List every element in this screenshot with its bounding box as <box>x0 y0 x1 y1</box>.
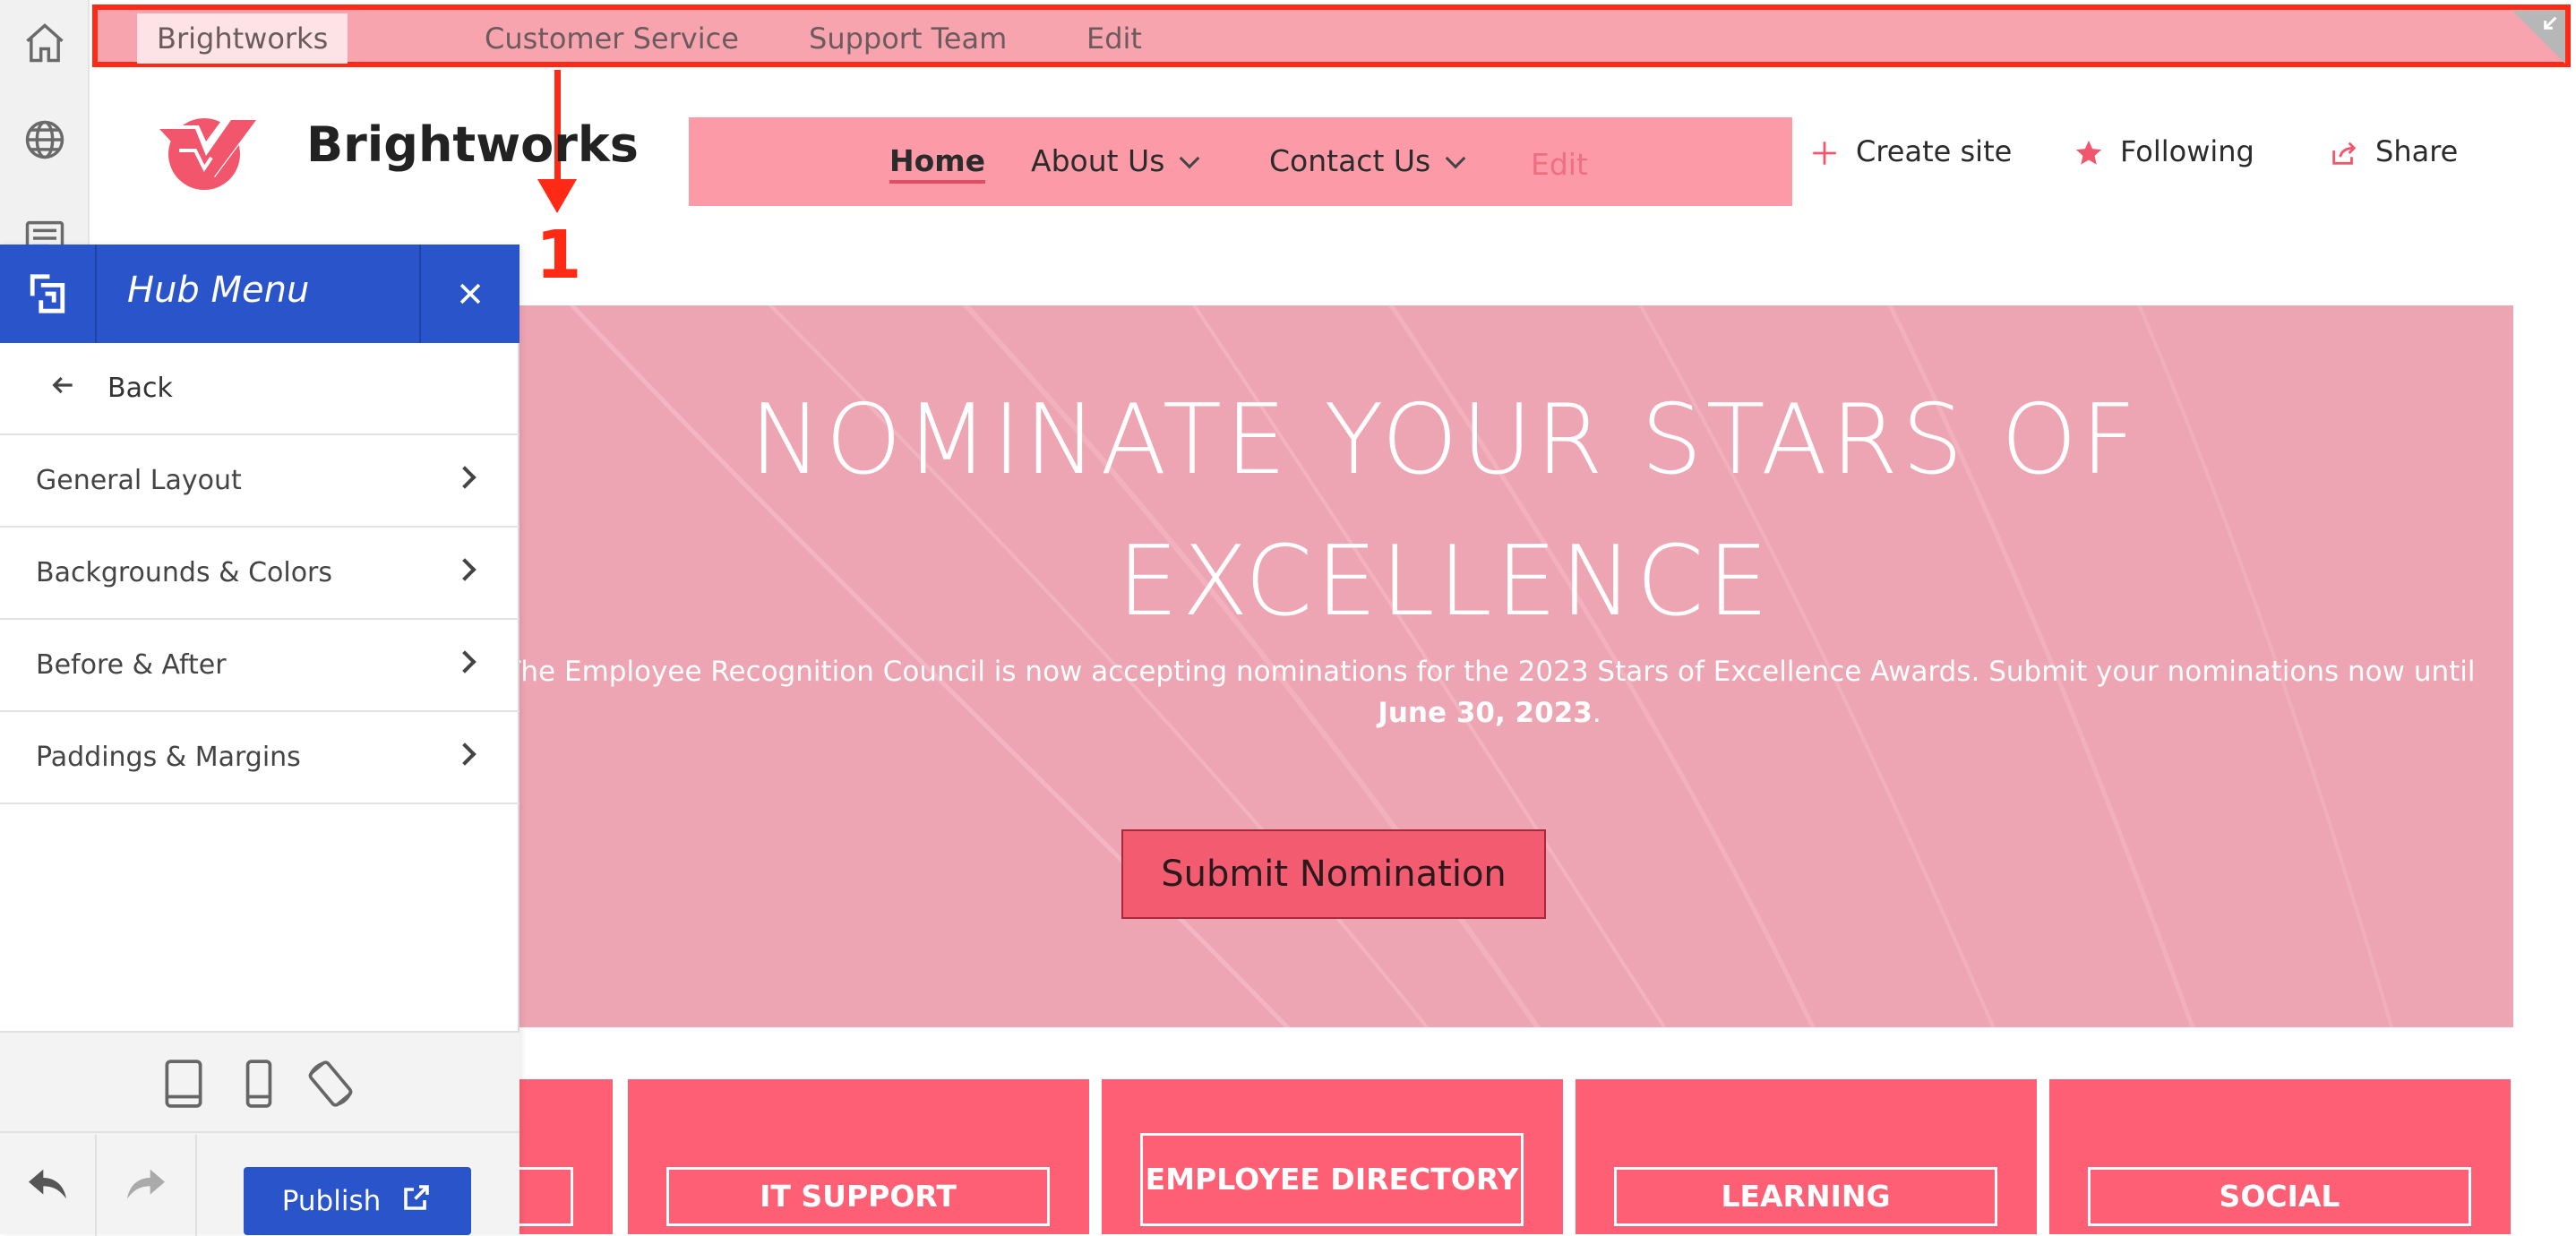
tile-learning-label: LEARNING <box>1614 1167 1997 1226</box>
hub-menu-panel: Hub Menu Back General Layout Backgrounds… <box>0 245 519 1236</box>
rotate-icon[interactable] <box>305 1058 353 1110</box>
menu-item-paddings-margins[interactable]: Paddings & Margins <box>0 712 519 804</box>
tablet-icon[interactable] <box>161 1058 206 1110</box>
publish-button[interactable]: Publish <box>244 1167 471 1235</box>
hub-menu-title: Hub Menu <box>127 270 310 311</box>
nav-about-us-label: About Us <box>1031 143 1165 178</box>
nav-home[interactable]: Home <box>889 139 986 184</box>
following-button[interactable]: Following <box>2074 129 2254 174</box>
chevron-down-icon <box>1445 148 1466 169</box>
top-nav-brightworks[interactable]: Brightworks <box>137 13 348 64</box>
site-title[interactable]: Brightworks <box>306 116 639 173</box>
brightworks-logo[interactable] <box>152 106 263 193</box>
nav-about-us[interactable]: About Us <box>1031 139 1200 184</box>
create-site-button[interactable]: Create site <box>1809 129 2012 174</box>
nav-edit[interactable]: Edit <box>1531 142 1588 187</box>
close-icon[interactable] <box>419 245 519 343</box>
hero-description-end: . <box>1592 697 1601 729</box>
nav-contact-us[interactable]: Contact Us <box>1269 139 1466 184</box>
submit-nomination-button[interactable]: Submit Nomination <box>1121 829 1546 919</box>
chevron-right-icon <box>453 558 477 581</box>
top-navigation-bar: Brightworks Customer Service Support Tea… <box>92 4 2571 67</box>
device-preview-toolbar <box>0 1033 519 1133</box>
collapse-icon[interactable] <box>2535 13 2560 39</box>
tile-social-label: SOCIAL <box>2088 1167 2471 1226</box>
menu-item-label: General Layout <box>36 465 242 496</box>
tile-employee-directory-label: EMPLOYEE DIRECTORY <box>1140 1133 1524 1226</box>
annotation-arrow-head <box>537 179 577 213</box>
tile-social[interactable]: SOCIAL <box>2049 1079 2511 1234</box>
panel-footer: Publish <box>0 1031 519 1236</box>
create-site-label: Create site <box>1856 134 2013 168</box>
plus-icon <box>1809 136 1840 167</box>
menu-item-label: Backgrounds & Colors <box>36 557 333 588</box>
globe-icon[interactable] <box>21 116 68 163</box>
hero-description: The Employee Recognition Council is now … <box>493 651 2486 734</box>
menu-item-label: Paddings & Margins <box>36 742 301 773</box>
chevron-right-icon <box>453 466 477 489</box>
hero-title-line-2: EXCELLENCE <box>1117 526 1773 638</box>
chevron-right-icon <box>453 742 477 766</box>
phone-icon[interactable] <box>236 1058 281 1110</box>
menu-item-label: Before & After <box>36 649 227 681</box>
hero-deadline: June 30, 2023 <box>1378 697 1593 729</box>
top-nav-support-team[interactable]: Support Team <box>789 13 1026 64</box>
back-button[interactable]: Back <box>0 343 519 435</box>
following-label: Following <box>2120 134 2254 168</box>
arrow-left-icon <box>48 371 77 407</box>
hero-title-line-1: NOMINATE YOUR STARS OF <box>749 384 2141 496</box>
hero-banner: NOMINATE YOUR STARS OF EXCELLENCE The Em… <box>376 305 2513 1027</box>
top-nav-edit[interactable]: Edit <box>1067 13 1162 64</box>
main-navigation: Home About Us Contact Us Edit <box>689 117 1792 206</box>
hero-description-text: The Employee Recognition Council is now … <box>503 656 2476 688</box>
menu-item-backgrounds-colors[interactable]: Backgrounds & Colors <box>0 528 519 620</box>
tile-it-support-label: IT SUPPORT <box>666 1167 1050 1226</box>
chevron-right-icon <box>453 650 477 674</box>
undo-button[interactable] <box>0 1135 97 1236</box>
undo-icon <box>22 1159 73 1213</box>
tile-employee-directory[interactable]: EMPLOYEE DIRECTORY <box>1102 1079 1563 1234</box>
star-icon <box>2074 136 2104 167</box>
nav-contact-us-label: Contact Us <box>1269 143 1431 178</box>
hub-menu-header: Hub Menu <box>0 245 519 343</box>
external-link-icon <box>400 1181 433 1221</box>
home-icon[interactable] <box>21 20 68 66</box>
hub-logo-icon <box>0 245 97 343</box>
chevron-down-icon <box>1180 148 1200 169</box>
tile-learning[interactable]: LEARNING <box>1576 1079 2037 1234</box>
menu-item-before-after[interactable]: Before & After <box>0 620 519 712</box>
share-button[interactable]: Share <box>2329 129 2458 174</box>
publish-label: Publish <box>281 1185 382 1217</box>
menu-item-general-layout[interactable]: General Layout <box>0 435 519 528</box>
share-icon <box>2329 136 2359 167</box>
back-label: Back <box>107 373 173 404</box>
annotation-number: 1 <box>536 217 582 294</box>
redo-button[interactable] <box>97 1135 197 1236</box>
tile-it-support[interactable]: IT SUPPORT <box>628 1079 1089 1234</box>
redo-icon <box>121 1159 171 1213</box>
share-label: Share <box>2375 134 2459 168</box>
top-nav-customer-service[interactable]: Customer Service <box>465 13 759 64</box>
